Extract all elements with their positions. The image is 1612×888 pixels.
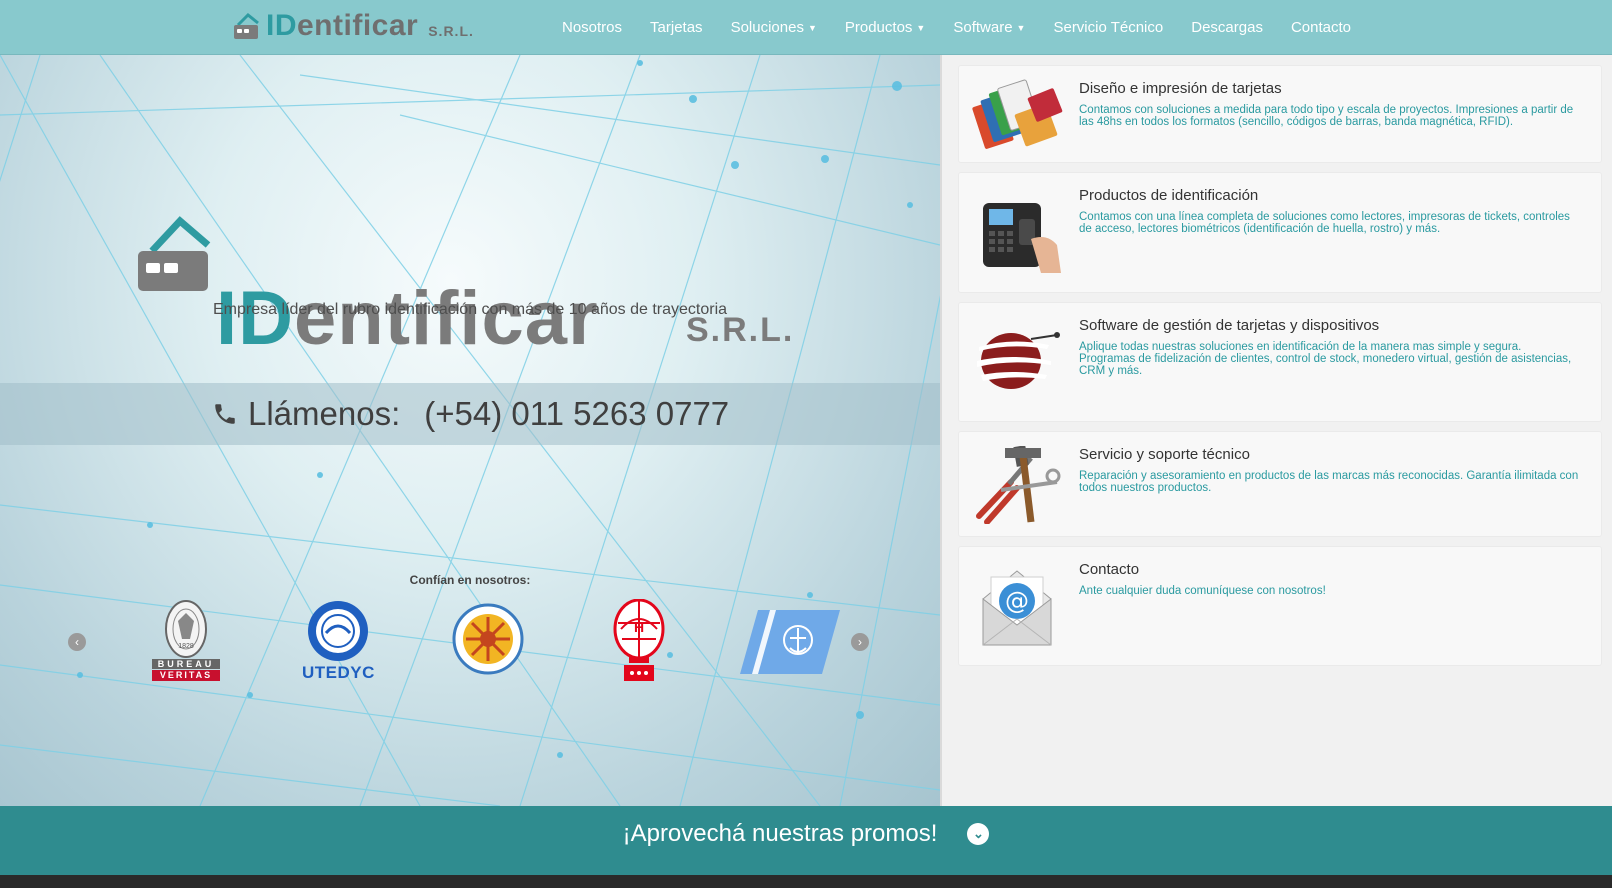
bureau-veritas-logo[interactable]: BUREAU VERITAS 1828 — [152, 599, 220, 681]
site-logo[interactable]: IDentificar S.R.L. — [234, 8, 474, 44]
nav-item-servicio-técnico[interactable]: Servicio Técnico — [1053, 19, 1163, 36]
hero-logo-wordmark: IDentificar — [216, 276, 599, 361]
card-title[interactable]: Software de gestión de tarjetas y dispos… — [1079, 317, 1379, 334]
nav-item-productos[interactable]: Productos ▼ — [845, 19, 925, 36]
seal-logo[interactable] — [452, 603, 524, 675]
nav-item-label: Nosotros — [562, 18, 623, 36]
card-desc: Contamos con soluciones a medida para to… — [1079, 104, 1574, 128]
service-card-productos[interactable]: Productos de identificación Contamos con… — [958, 172, 1602, 293]
svg-text:@: @ — [1005, 587, 1029, 615]
call-label: Llámenos: — [248, 395, 401, 432]
software-sphere-image — [977, 332, 1060, 389]
nav-item-label: Soluciones — [730, 18, 804, 36]
service-card-contacto[interactable]: @ Contacto Ante cualquier duda comuníque… — [958, 546, 1602, 666]
nav-item-descargas[interactable]: Descargas — [1191, 19, 1263, 36]
caret-down-icon: ▼ — [1016, 22, 1026, 33]
nav-item-label: Servicio Técnico — [1053, 18, 1164, 36]
card-desc: Ante cualquier duda comuníquese con noso… — [1079, 585, 1326, 597]
logo-wordmark: IDentificar — [266, 9, 419, 42]
bureau-line-2: VERITAS — [159, 670, 213, 680]
card-desc: Reparación y asesoramiento en productos … — [1079, 470, 1579, 494]
logo-srl: S.R.L. — [428, 23, 474, 39]
hero-tagline: Empresa líder del rubro identificación c… — [212, 301, 728, 318]
prefectura-logo[interactable] — [740, 610, 840, 674]
service-card-software[interactable]: Software de gestión de tarjetas y dispos… — [958, 302, 1602, 422]
huracan-logo[interactable]: H — [612, 598, 666, 683]
phone-icon — [215, 404, 235, 424]
chevron-down-icon[interactable]: ⌄ — [967, 823, 990, 845]
main-menu: Nosotros Tarjetas Soluciones ▼ Productos ▼ Sof… — [562, 0, 1379, 54]
card-desc: Aplique todas nuestras soluciones en ide… — [1079, 341, 1572, 377]
nav-item-tarjetas[interactable]: Tarjetas — [650, 19, 703, 36]
card-title[interactable]: Contacto — [1079, 561, 1139, 578]
carousel-next-button[interactable]: › — [851, 633, 869, 651]
service-card-soporte[interactable]: Servicio y soporte técnico Reparación y … — [958, 431, 1602, 537]
card-desc: Contamos con una línea completa de soluc… — [1079, 211, 1570, 235]
huracan-letter: H — [633, 619, 645, 635]
nav-item-contacto[interactable]: Contacto — [1291, 19, 1351, 36]
nav-item-soluciones[interactable]: Soluciones ▼ — [731, 19, 817, 36]
nav-item-label: Descargas — [1191, 18, 1263, 36]
card-title[interactable]: Servicio y soporte técnico — [1079, 446, 1250, 463]
call-band: Llámenos: (+54) 011 5263 0777 — [0, 383, 940, 445]
hero-logo: IDentificar S.R.L. — [138, 215, 818, 365]
top-navbar: IDentificar S.R.L. Nosotros Tarjetas Soluc… — [0, 0, 1612, 55]
carousel-prev-button[interactable]: ‹ — [68, 633, 86, 651]
caret-down-icon: ▼ — [916, 22, 926, 33]
biometric-reader-image — [983, 203, 1061, 273]
hero-banner: IDentificar S.R.L. Empresa líder del rub… — [0, 55, 940, 806]
utedyc-text: UTEDYC — [302, 663, 375, 682]
nav-item-software[interactable]: Software ▼ — [953, 19, 1025, 36]
nav-item-label: Software — [953, 18, 1013, 36]
promo-text[interactable]: ¡Aprovechá nuestras promos! — [623, 820, 938, 848]
hero-card-logo-icon — [138, 216, 211, 291]
card-title[interactable]: Productos de identificación — [1079, 187, 1258, 204]
services-panel: Diseño e impresión de tarjetas Contamos … — [940, 55, 1612, 806]
utedyc-logo[interactable]: UTEDYC — [302, 599, 374, 685]
card-logo-icon — [234, 12, 259, 39]
nav-item-nosotros[interactable]: Nosotros — [562, 19, 622, 36]
nav-item-label: Productos — [844, 18, 913, 36]
cards-image — [972, 79, 1063, 149]
promo-bar[interactable]: ¡Aprovechá nuestras promos! ⌄ — [0, 806, 1612, 875]
bottom-strip — [0, 875, 1612, 888]
card-title[interactable]: Diseño e impresión de tarjetas — [1079, 80, 1282, 97]
bureau-year: 1828 — [178, 643, 194, 650]
phone-number[interactable]: (+54) 011 5263 0777 — [424, 395, 729, 433]
caret-down-icon: ▼ — [807, 22, 817, 33]
tools-image — [976, 446, 1061, 524]
trust-title: Confían en nosotros: — [409, 573, 531, 587]
nav-item-label: Contacto — [1290, 18, 1351, 36]
bureau-line-1: BUREAU — [157, 659, 215, 669]
email-envelope-image: @ — [982, 570, 1052, 646]
service-card-tarjetas[interactable]: Diseño e impresión de tarjetas Contamos … — [958, 65, 1602, 163]
nav-item-label: Tarjetas — [650, 18, 703, 36]
